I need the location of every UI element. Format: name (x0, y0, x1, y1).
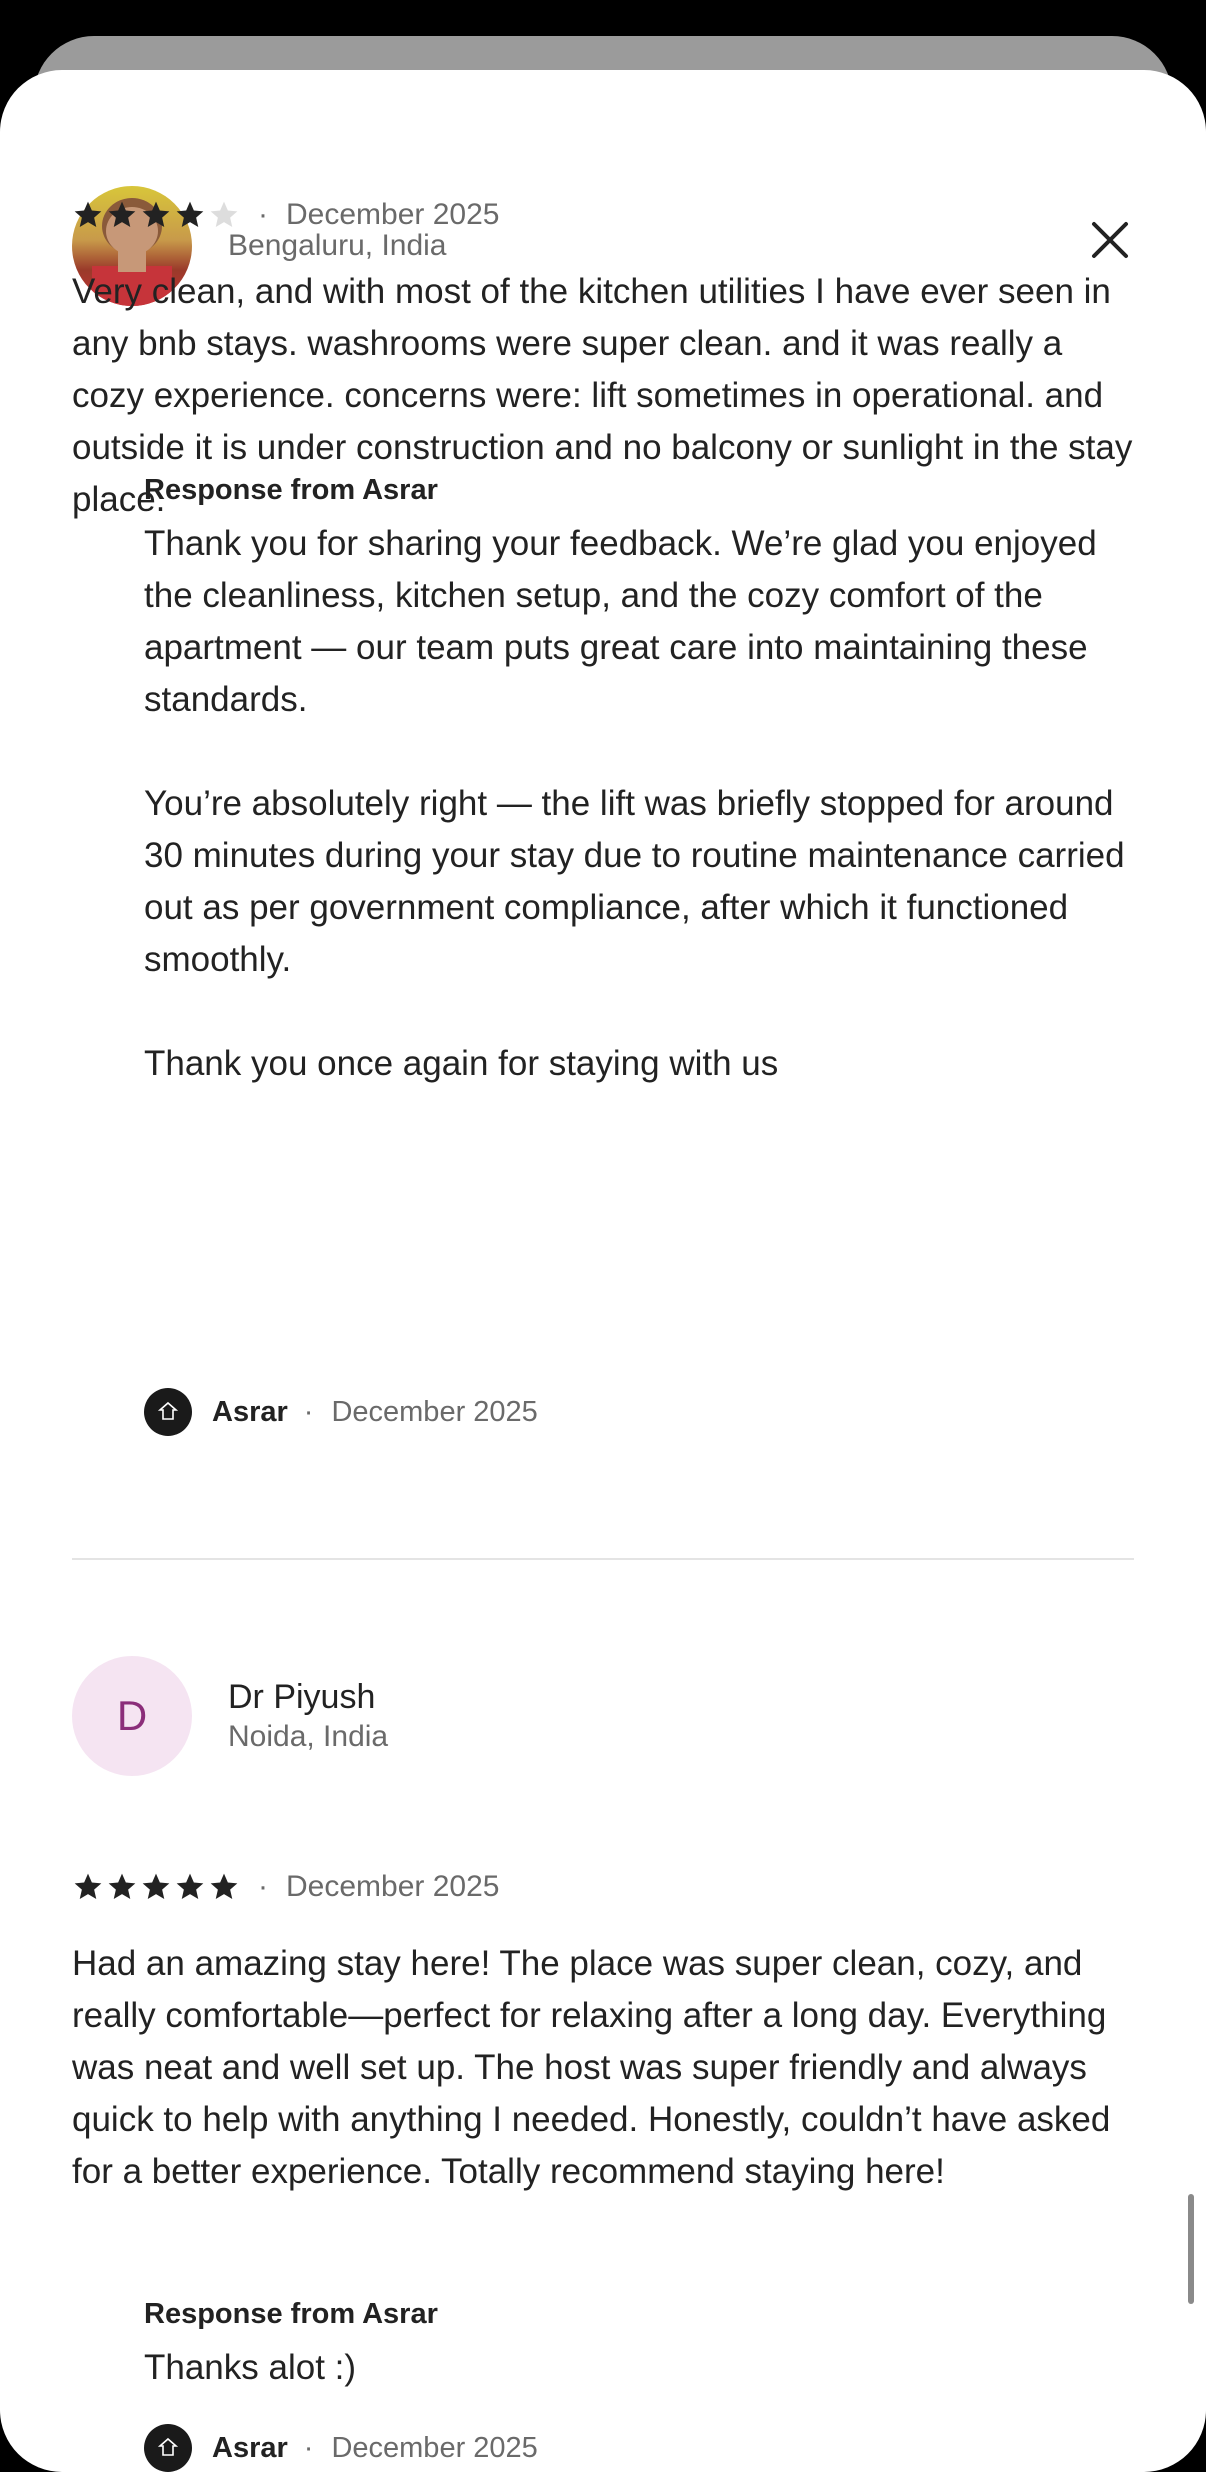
close-icon (1092, 222, 1128, 258)
response-paragraph: You’re absolutely right — the lift was b… (144, 784, 1125, 979)
review-date: December 2025 (286, 1870, 500, 1903)
star-rating (72, 199, 242, 231)
host-response-date: December 2025 (331, 2431, 538, 2464)
response-title: Response from Asrar (144, 474, 438, 506)
response-paragraph: Thank you for sharing your feedback. We’… (144, 524, 1097, 719)
host-signature: Asrar · December 2025 (144, 2424, 538, 2472)
host-name: Asrar (212, 1395, 288, 1428)
reviewer-name: Dr Piyush (228, 1678, 376, 1716)
host-avatar[interactable] (144, 1388, 192, 1436)
close-button[interactable] (1080, 210, 1140, 270)
star-icon (176, 201, 204, 227)
rating-row: · December 2025 (72, 1870, 499, 1904)
reviewer-location: Bengaluru, India (228, 229, 447, 262)
review-divider (72, 1558, 1134, 1560)
reviewer-avatar[interactable]: D (72, 1656, 192, 1776)
star-icon (108, 1873, 136, 1899)
host-response: Response from Asrar Thanks alot :) (144, 2294, 1134, 2394)
star-icon (108, 201, 136, 227)
host-avatar[interactable] (144, 2424, 192, 2472)
separator-dot: · (258, 1870, 268, 1903)
scrollbar[interactable] (1188, 2194, 1194, 2304)
host-name: Asrar (212, 2431, 288, 2464)
reviews-modal: Bengaluru, India · December 2025 Very cl… (0, 70, 1206, 2472)
star-icon (210, 1873, 238, 1899)
host-logo-icon (157, 2437, 179, 2456)
star-icon (142, 201, 170, 227)
response-paragraph: Thank you once again for staying with us (144, 1044, 779, 1083)
reviewer-header: D Dr Piyush Noida, India (72, 1656, 388, 1776)
reviewer-location: Noida, India (228, 1720, 389, 1753)
host-logo-icon (157, 1401, 179, 1420)
host-signature: Asrar · December 2025 (144, 1388, 538, 1436)
separator-dot: · (303, 1395, 314, 1428)
separator-dot: · (303, 2431, 314, 2464)
star-icon (176, 1873, 204, 1899)
star-icon (142, 1873, 170, 1899)
star-rating (72, 1871, 242, 1903)
review-text: Had an amazing stay here! The place was … (72, 1944, 1111, 2191)
host-response: Response from Asrar Thank you for sharin… (144, 470, 1134, 1090)
host-response-date: December 2025 (331, 1395, 538, 1428)
star-icon (74, 201, 102, 227)
star-icon (74, 1873, 102, 1899)
star-icon (210, 201, 238, 227)
response-title: Response from Asrar (144, 2298, 438, 2330)
separator-dot: · (258, 198, 268, 231)
response-paragraph: Thanks alot :) (144, 2348, 357, 2387)
response-body: Thanks alot :) (144, 2342, 1134, 2394)
response-body: Thank you for sharing your feedback. We’… (144, 518, 1134, 1090)
rating-row: · December 2025 (72, 198, 499, 232)
review-date: December 2025 (286, 198, 500, 231)
